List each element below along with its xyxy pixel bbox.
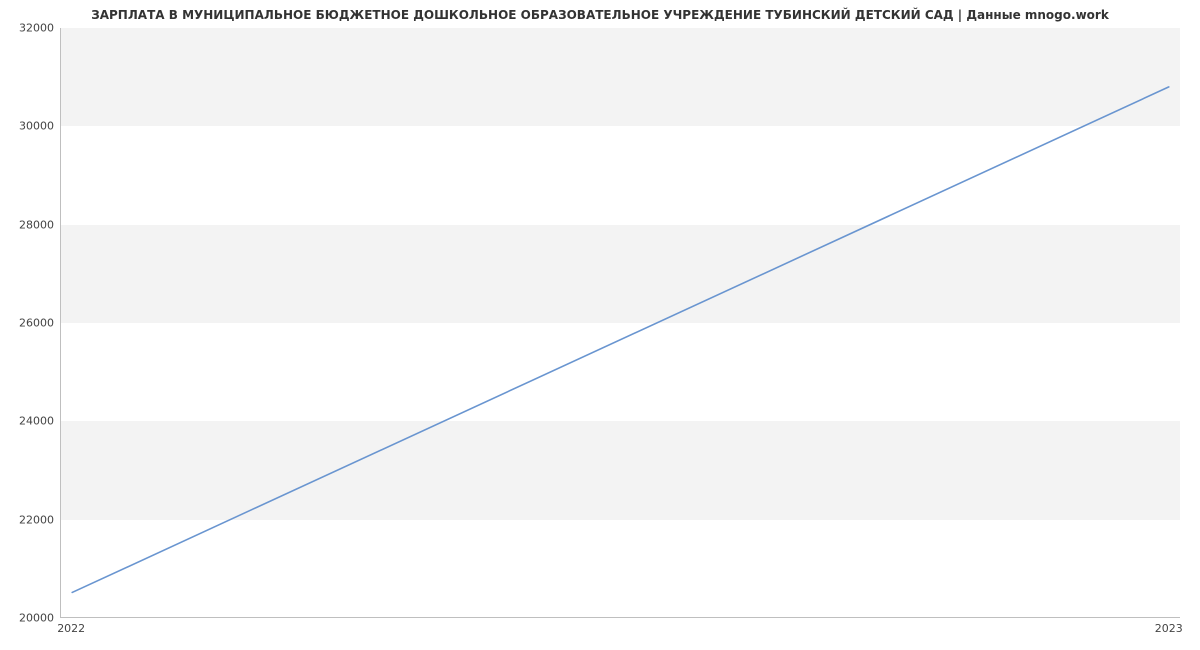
y-tick-label: 20000	[4, 612, 54, 625]
y-tick-label: 22000	[4, 513, 54, 526]
chart-container: ЗАРПЛАТА В МУНИЦИПАЛЬНОЕ БЮДЖЕТНОЕ ДОШКО…	[0, 0, 1200, 650]
y-tick-label: 24000	[4, 415, 54, 428]
plot-area	[60, 28, 1180, 618]
line-layer	[61, 28, 1180, 617]
x-tick-label: 2023	[1155, 622, 1183, 635]
y-tick-label: 26000	[4, 317, 54, 330]
x-tick-label: 2022	[57, 622, 85, 635]
y-tick-label: 28000	[4, 218, 54, 231]
chart-title: ЗАРПЛАТА В МУНИЦИПАЛЬНОЕ БЮДЖЕТНОЕ ДОШКО…	[0, 8, 1200, 22]
y-tick-label: 30000	[4, 120, 54, 133]
y-tick-label: 32000	[4, 22, 54, 35]
series-line	[72, 87, 1169, 593]
